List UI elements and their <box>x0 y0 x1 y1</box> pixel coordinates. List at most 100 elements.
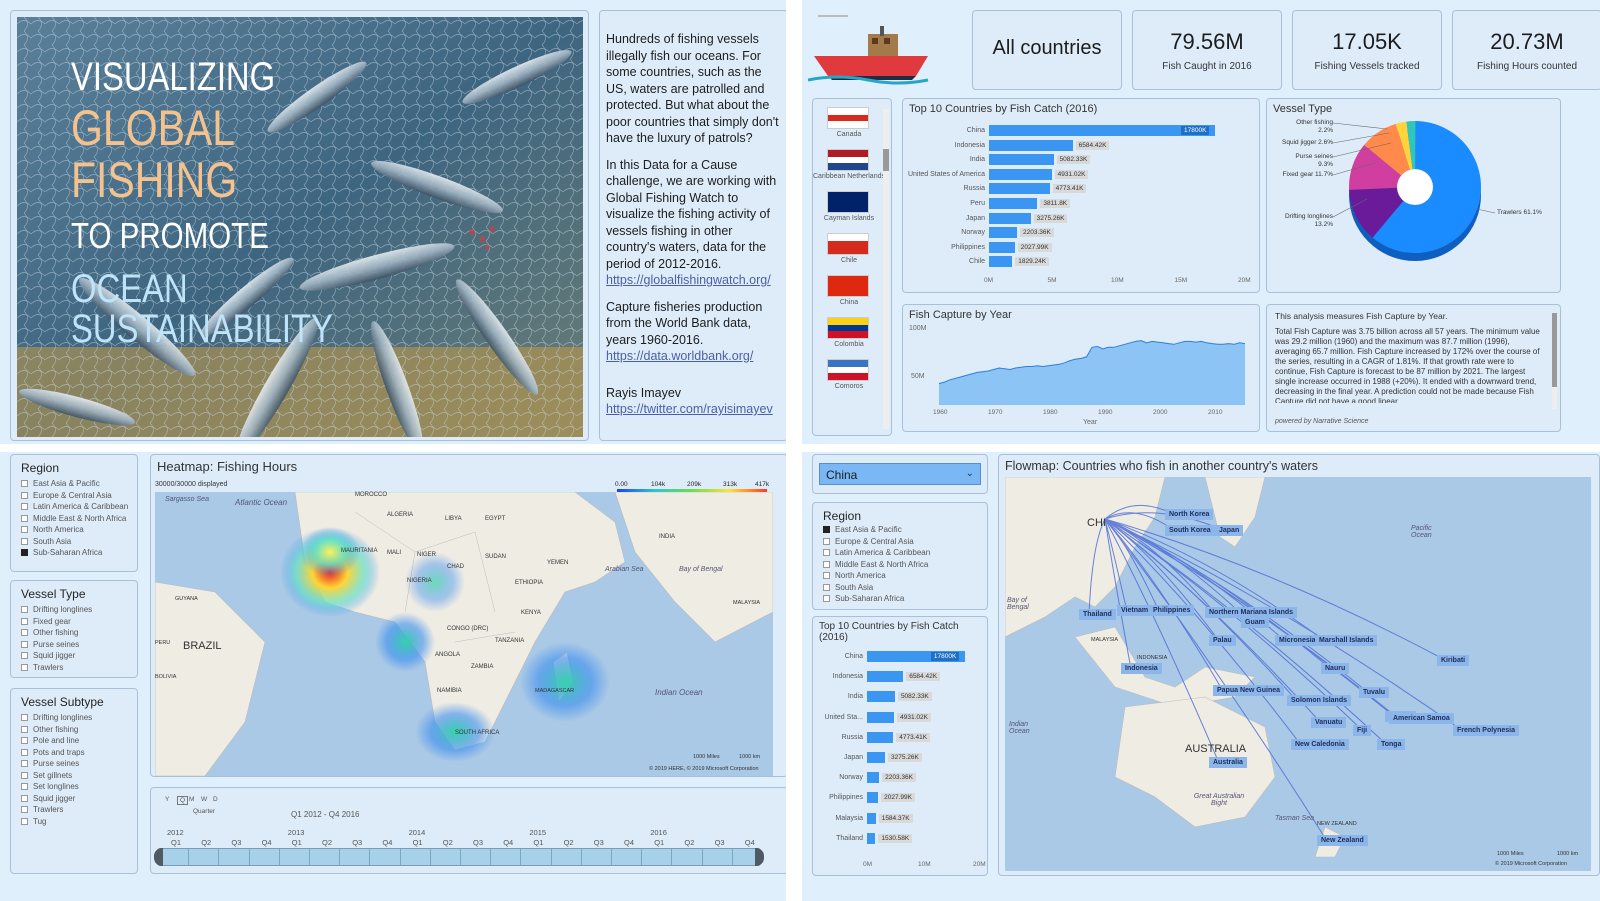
bar-row-russia[interactable]: Russia 4773.41K <box>964 183 1243 195</box>
bar[interactable] <box>867 792 879 804</box>
slicer-option-purse-seines[interactable]: Purse seines <box>21 640 79 649</box>
slicer-option-pole-and-line[interactable]: Pole and line <box>21 736 79 745</box>
bar-row-philippines[interactable]: Philippines 2027.99K <box>829 792 977 804</box>
bar-row-thailand[interactable]: Thailand 1530.58K <box>836 832 977 845</box>
timeline-track[interactable] <box>154 848 764 866</box>
region-slicer-2[interactable]: Region East Asia & Pacific Europe & Centr… <box>812 502 988 610</box>
capture-area[interactable] <box>939 340 1245 405</box>
flag-scrollbar[interactable] <box>883 109 889 429</box>
slicer-option-latin-america-caribbean[interactable]: Latin America & Caribbean <box>823 548 930 557</box>
flag-canada-icon[interactable] <box>827 107 869 129</box>
slicer-option-north-america[interactable]: North America <box>21 525 84 534</box>
checkbox[interactable] <box>21 817 28 825</box>
slicer-option-south-asia[interactable]: South Asia <box>823 583 873 592</box>
checkbox[interactable] <box>21 714 28 721</box>
checkbox[interactable] <box>823 572 830 579</box>
checkbox[interactable] <box>21 652 28 659</box>
slicer-option-north-america[interactable]: North America <box>823 571 886 580</box>
bar-row-russia[interactable]: Russia 4773.41K <box>842 731 977 744</box>
bar[interactable] <box>989 168 1052 180</box>
vessel-type-slicer[interactable]: Vessel Type Drifting longlines Fixed gear… <box>10 580 138 678</box>
bar[interactable] <box>989 154 1054 166</box>
country-flag-slicer[interactable]: Canada Caribbean Netherlands Cayman Island… <box>812 98 892 436</box>
slicer-option-south-asia[interactable]: South Asia <box>21 537 71 546</box>
flag-scroll-thumb[interactable] <box>883 149 889 171</box>
slicer-option-pots-and-traps[interactable]: Pots and traps <box>21 748 85 757</box>
bar[interactable] <box>867 752 885 763</box>
narrative-scroll-thumb[interactable] <box>1552 313 1557 387</box>
bar[interactable] <box>867 812 876 824</box>
slicer-option-east-asia-pacific[interactable]: East Asia & Pacific <box>823 525 902 534</box>
slicer-option-middle-east-north-africa[interactable]: Middle East & North Africa <box>823 560 928 569</box>
checkbox[interactable] <box>21 480 28 487</box>
vessel-subtype-slicer[interactable]: Vessel Subtype Drifting longlines Other f… <box>10 688 138 874</box>
checkbox[interactable] <box>21 748 28 756</box>
bar-row-china[interactable]: China 17800K <box>845 651 977 663</box>
region-slicer[interactable]: Region East Asia & Pacific Europe & Centr… <box>10 454 138 572</box>
bar[interactable] <box>867 711 895 723</box>
granularity-y[interactable]: Y <box>165 796 169 803</box>
slicer-option-east-asia-pacific[interactable]: East Asia & Pacific <box>21 479 100 488</box>
flag-caribbean-netherlands-icon[interactable] <box>827 149 869 171</box>
granularity-m[interactable]: M <box>189 796 194 803</box>
checkbox[interactable] <box>21 640 28 648</box>
slicer-option-squid-jigger[interactable]: Squid jigger <box>21 651 75 660</box>
checkbox[interactable] <box>21 503 28 510</box>
checkbox[interactable] <box>21 606 28 613</box>
checkbox[interactable] <box>21 491 28 499</box>
slicer-option-squid-jigger[interactable]: Squid jigger <box>21 794 75 803</box>
bar[interactable] <box>989 227 1017 239</box>
checkbox[interactable] <box>21 737 28 744</box>
bar-row-norway[interactable]: Norway 2203.36K <box>961 227 1243 239</box>
checkbox[interactable] <box>21 514 28 522</box>
bar-row-united-sta-[interactable]: United Sta... 4931.02K <box>824 711 977 724</box>
checkbox[interactable] <box>21 663 28 671</box>
slicer-option-set-longlines[interactable]: Set longlines <box>21 782 79 791</box>
narrative-scrollbar[interactable] <box>1552 313 1557 409</box>
bar-row-united-states-of-america[interactable]: United States of America 4931.02K <box>908 168 1243 181</box>
checkbox[interactable] <box>823 526 830 533</box>
bar-row-india[interactable]: India 5082.33K <box>970 154 1243 166</box>
bar-row-philippines[interactable]: Philippines 2027.99K <box>951 241 1243 254</box>
checkbox[interactable] <box>823 549 830 556</box>
slicer-option-other-fishing[interactable]: Other fishing <box>21 725 78 734</box>
bar-row-japan[interactable]: Japan 3275.26K <box>844 752 977 764</box>
slicer-option-drifting-longlines[interactable]: Drifting longlines <box>21 605 92 614</box>
slicer-option-fixed-gear[interactable]: Fixed gear <box>21 617 71 626</box>
slicer-option-sub-saharan-africa[interactable]: Sub-Saharan Africa <box>21 548 102 557</box>
country-kpi-card[interactable]: All countries <box>972 10 1122 90</box>
bar[interactable] <box>867 772 880 784</box>
twitter-link[interactable]: https://twitter.com/rayisimayev <box>606 402 773 416</box>
bar-row-china[interactable]: China 17800K <box>967 125 1243 137</box>
timeline-handle-end[interactable] <box>755 848 764 866</box>
checkbox[interactable] <box>823 560 830 568</box>
bar-row-indonesia[interactable]: Indonesia 6584.42K <box>955 139 1243 152</box>
slicer-option-middle-east-north-africa[interactable]: Middle East & North Africa <box>21 514 126 523</box>
bar[interactable] <box>867 671 904 683</box>
gfw-link[interactable]: https://globalfishingwatch.org/ <box>606 273 771 287</box>
country-dropdown[interactable]: China ⌄ <box>819 463 981 485</box>
slicer-option-trawlers[interactable]: Trawlers <box>21 805 63 814</box>
slicer-option-europe-central-asia[interactable]: Europe & Central Asia <box>823 537 914 546</box>
bar[interactable] <box>867 731 894 743</box>
slicer-option-tug[interactable]: Tug <box>21 817 47 826</box>
granularity-q[interactable]: Q <box>177 796 189 805</box>
flag-colombia-icon[interactable] <box>827 317 869 339</box>
slicer-option-trawlers[interactable]: Trawlers <box>21 663 63 672</box>
slicer-option-other-fishing[interactable]: Other fishing <box>21 628 78 637</box>
bar[interactable] <box>989 212 1031 224</box>
granularity-d[interactable]: D <box>213 796 218 803</box>
slicer-option-set-gillnets[interactable]: Set gillnets <box>21 771 72 780</box>
checkbox[interactable] <box>823 537 830 545</box>
checkbox[interactable] <box>21 537 28 545</box>
bar[interactable] <box>989 183 1050 195</box>
flag-cayman-islands-icon[interactable] <box>827 191 869 213</box>
bar-row-peru[interactable]: Peru 3811.8K <box>970 198 1243 210</box>
slicer-option-latin-america-caribbean[interactable]: Latin America & Caribbean <box>21 502 128 511</box>
bar[interactable] <box>989 198 1038 209</box>
bar-row-india[interactable]: India 5082.33K <box>848 691 977 703</box>
checkbox[interactable] <box>823 595 830 602</box>
bar-row-malaysia[interactable]: Malaysia 1584.37K <box>835 812 977 825</box>
flag-chile-icon[interactable] <box>827 233 869 255</box>
slicer-option-purse-seines[interactable]: Purse seines <box>21 759 79 768</box>
